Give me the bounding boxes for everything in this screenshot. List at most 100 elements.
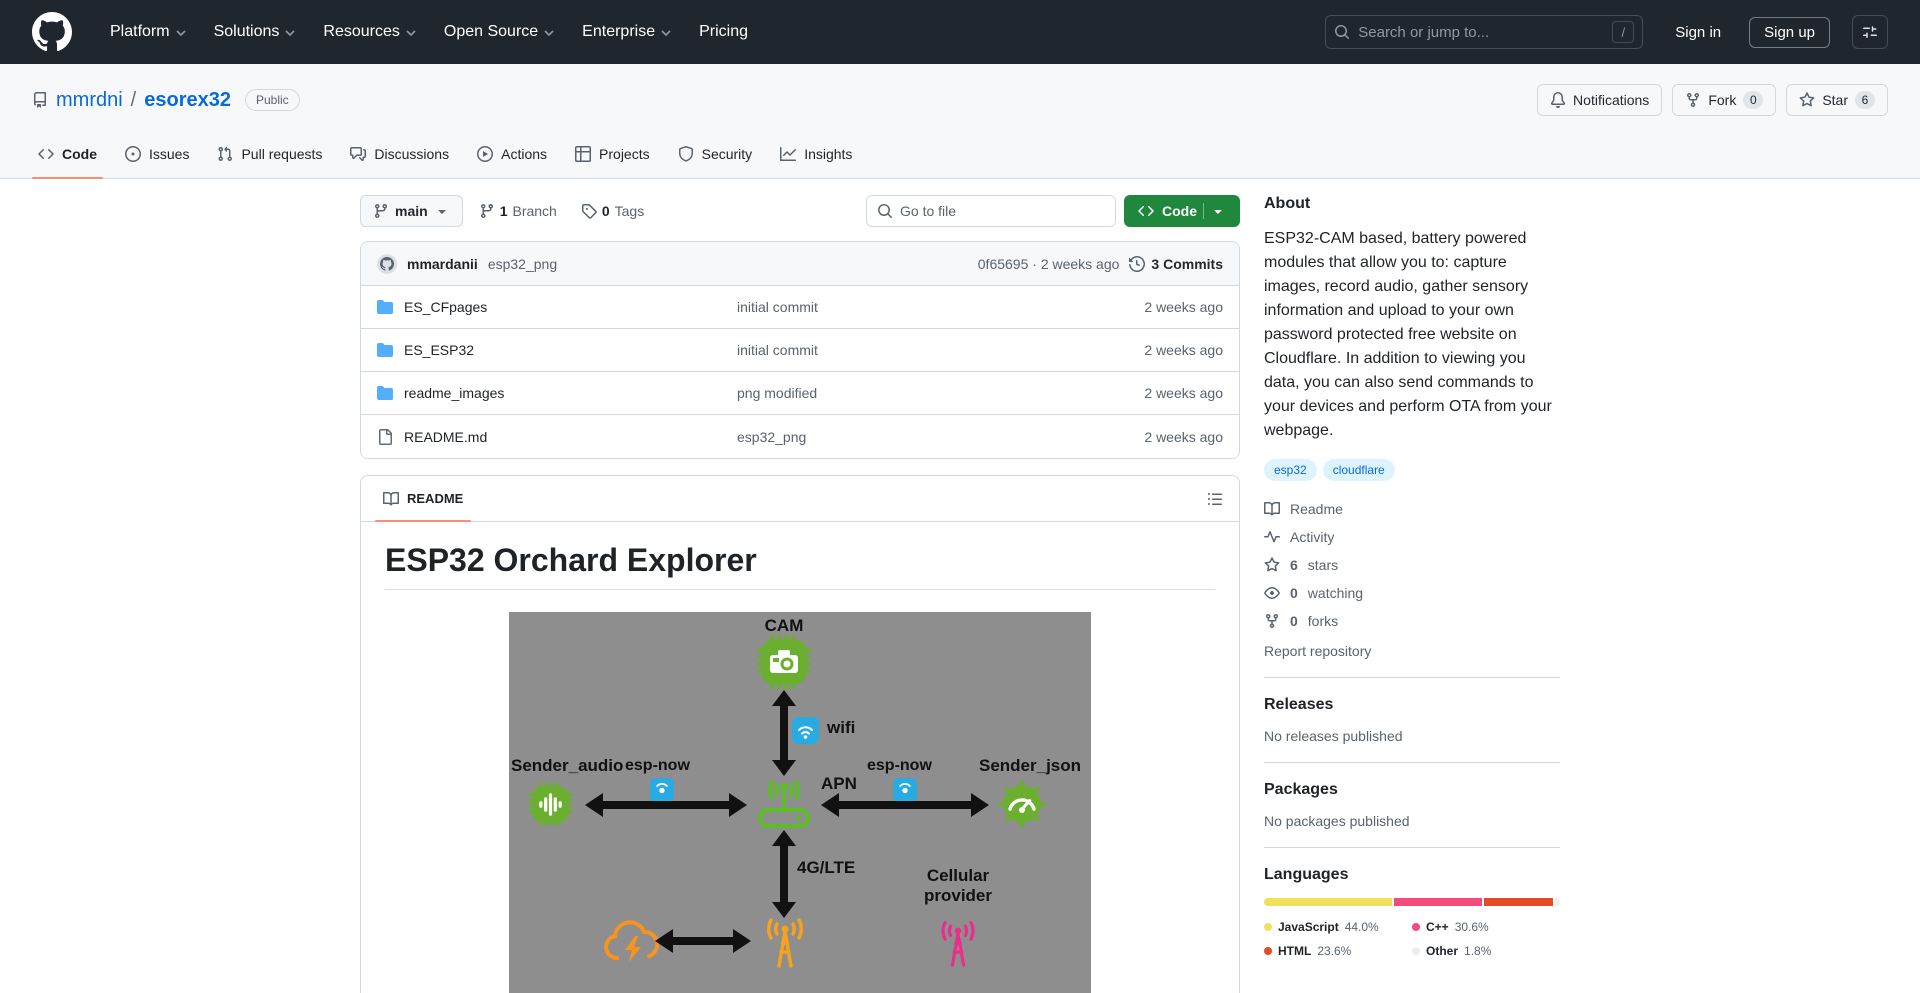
file-name-link[interactable]: readme_images — [404, 385, 504, 401]
caret-down-icon — [1214, 210, 1222, 214]
diagram-cellular-label-line2: provider — [923, 886, 993, 905]
search-input[interactable]: Search or jump to... / — [1325, 15, 1644, 49]
readme-link[interactable]: Readme — [1264, 501, 1560, 517]
languages-heading: Languages — [1264, 866, 1349, 883]
folder-icon — [377, 386, 393, 400]
star-button[interactable]: Star 6 — [1786, 84, 1888, 116]
sidebar-divider — [1264, 677, 1560, 678]
code-button[interactable]: Code — [1124, 195, 1240, 227]
tab-projects[interactable]: Projects — [561, 130, 664, 178]
about-meta-list: Readme Activity 6 stars 0 watching 0 forks — [1264, 501, 1560, 629]
file-name-link[interactable]: ES_CFpages — [404, 299, 487, 315]
appearance-settings-button[interactable] — [1852, 15, 1888, 49]
table-row[interactable]: README.md esp32_png 2 weeks ago — [361, 415, 1239, 458]
packages-empty-text: No packages published — [1264, 813, 1410, 829]
about-heading: About — [1264, 195, 1311, 212]
commit-history-link[interactable]: 3 Commits — [1129, 256, 1223, 272]
nav-platform[interactable]: Platform — [100, 15, 196, 49]
nav-resources[interactable]: Resources — [313, 15, 425, 49]
notifications-button[interactable]: Notifications — [1537, 84, 1663, 116]
nav-open-source[interactable]: Open Source — [434, 15, 564, 49]
file-commit-message[interactable]: initial commit — [737, 342, 1144, 358]
repo-owner-link[interactable]: mmrdni — [56, 89, 123, 112]
tab-issues[interactable]: Issues — [111, 130, 203, 178]
insights-icon — [780, 147, 797, 161]
star-count: 6 — [1855, 91, 1875, 109]
architecture-diagram: CAM wifi Sender_audio esp-now APN esp-no… — [509, 612, 1091, 993]
language-bar-javascript — [1264, 898, 1392, 906]
topic-esp32[interactable]: esp32 — [1264, 459, 1317, 481]
commit-hash-time[interactable]: 0f65695 · 2 weeks ago — [978, 256, 1120, 272]
report-repository-link[interactable]: Report repository — [1264, 643, 1560, 659]
language-other[interactable]: Other 1.8% — [1412, 944, 1560, 958]
go-to-file-input[interactable]: Go to file — [866, 195, 1116, 227]
outline-button[interactable] — [1199, 483, 1231, 515]
fork-count: 0 — [1743, 91, 1764, 109]
sign-up-button[interactable]: Sign up — [1749, 16, 1830, 48]
chevron-down-icon — [285, 30, 295, 37]
nav-pricing[interactable]: Pricing — [689, 15, 758, 49]
code-icon — [1138, 205, 1154, 217]
tab-code[interactable]: Code — [24, 130, 111, 179]
search-placeholder: Search or jump to... — [1358, 23, 1490, 41]
topic-cloudflare[interactable]: cloudflare — [1322, 459, 1395, 481]
packages-heading: Packages — [1264, 781, 1338, 798]
tab-pull-requests[interactable]: Pull requests — [203, 130, 336, 178]
file-commit-message[interactable]: png modified — [737, 385, 1144, 401]
sliders-icon — [1863, 26, 1877, 38]
caret-down-icon — [438, 210, 446, 214]
table-row[interactable]: ES_ESP32 initial commit 2 weeks ago — [361, 329, 1239, 372]
search-icon — [878, 204, 893, 219]
watching-link[interactable]: 0 watching — [1264, 585, 1560, 601]
repo-title-row: mmrdni / esorex32 Public Notifications F… — [0, 64, 1920, 130]
nav-enterprise[interactable]: Enterprise — [572, 15, 681, 49]
repo-sidebar: About ESP32-CAM based, battery powered m… — [1264, 195, 1560, 993]
branch-selector[interactable]: main — [360, 195, 463, 227]
file-name-link[interactable]: README.md — [404, 429, 487, 445]
readme-body: ESP32 Orchard Explorer CAM wifi Sender_a… — [361, 522, 1239, 993]
commit-author-link[interactable]: mmardanii — [407, 256, 478, 272]
esp-now-left-arrow — [585, 793, 747, 817]
file-commit-message[interactable]: esp32_png — [737, 429, 1144, 445]
cloud-tower-arrow — [655, 929, 751, 953]
pull-request-icon — [218, 146, 233, 162]
tab-insights[interactable]: Insights — [766, 130, 866, 178]
table-row[interactable]: readme_images png modified 2 weeks ago — [361, 372, 1239, 415]
tab-actions[interactable]: Actions — [463, 130, 561, 178]
go-to-file-placeholder: Go to file — [900, 203, 957, 219]
bell-icon — [1551, 92, 1566, 108]
table-row[interactable]: ES_CFpages initial commit 2 weeks ago — [361, 286, 1239, 329]
fork-button[interactable]: Fork 0 — [1672, 84, 1777, 116]
apn-router-icon — [758, 780, 810, 828]
repo-name-link[interactable]: esorex32 — [144, 89, 231, 112]
nav-solutions[interactable]: Solutions — [204, 15, 306, 49]
search-icon — [1335, 25, 1350, 40]
file-commit-message[interactable]: initial commit — [737, 299, 1144, 315]
folder-icon — [377, 300, 393, 314]
diagram-sender-json-label: Sender_json — [979, 756, 1082, 775]
readme-title: ESP32 Orchard Explorer — [385, 542, 1215, 590]
language-html[interactable]: HTML 23.6% — [1264, 944, 1412, 958]
branches-link[interactable]: 1 Branch — [471, 203, 565, 219]
commit-message-link[interactable]: esp32_png — [488, 256, 557, 272]
star-icon — [1264, 557, 1280, 572]
language-javascript[interactable]: JavaScript 44.0% — [1264, 920, 1412, 934]
tags-link[interactable]: 0 Tags — [573, 203, 652, 219]
file-name-link[interactable]: ES_ESP32 — [404, 342, 474, 358]
sign-in-link[interactable]: Sign in — [1663, 18, 1733, 47]
language-cpp[interactable]: C++ 30.6% — [1412, 920, 1560, 934]
tab-discussions[interactable]: Discussions — [336, 130, 463, 178]
github-logo[interactable] — [32, 12, 72, 52]
languages-section: Languages JavaScript 44.0% C++ 30.6% HTM… — [1264, 866, 1560, 958]
stars-link[interactable]: 6 stars — [1264, 557, 1560, 573]
chevron-down-icon — [406, 30, 416, 37]
tab-security[interactable]: Security — [664, 130, 767, 178]
avatar[interactable] — [377, 253, 397, 274]
repo-icon — [34, 92, 46, 108]
readme-tab[interactable]: README — [369, 476, 477, 522]
forks-link[interactable]: 0 forks — [1264, 613, 1560, 629]
language-dot — [1264, 923, 1272, 931]
language-dot — [1264, 947, 1272, 955]
activity-link[interactable]: Activity — [1264, 529, 1560, 545]
diagram-lte-label: 4G/LTE — [797, 858, 856, 877]
